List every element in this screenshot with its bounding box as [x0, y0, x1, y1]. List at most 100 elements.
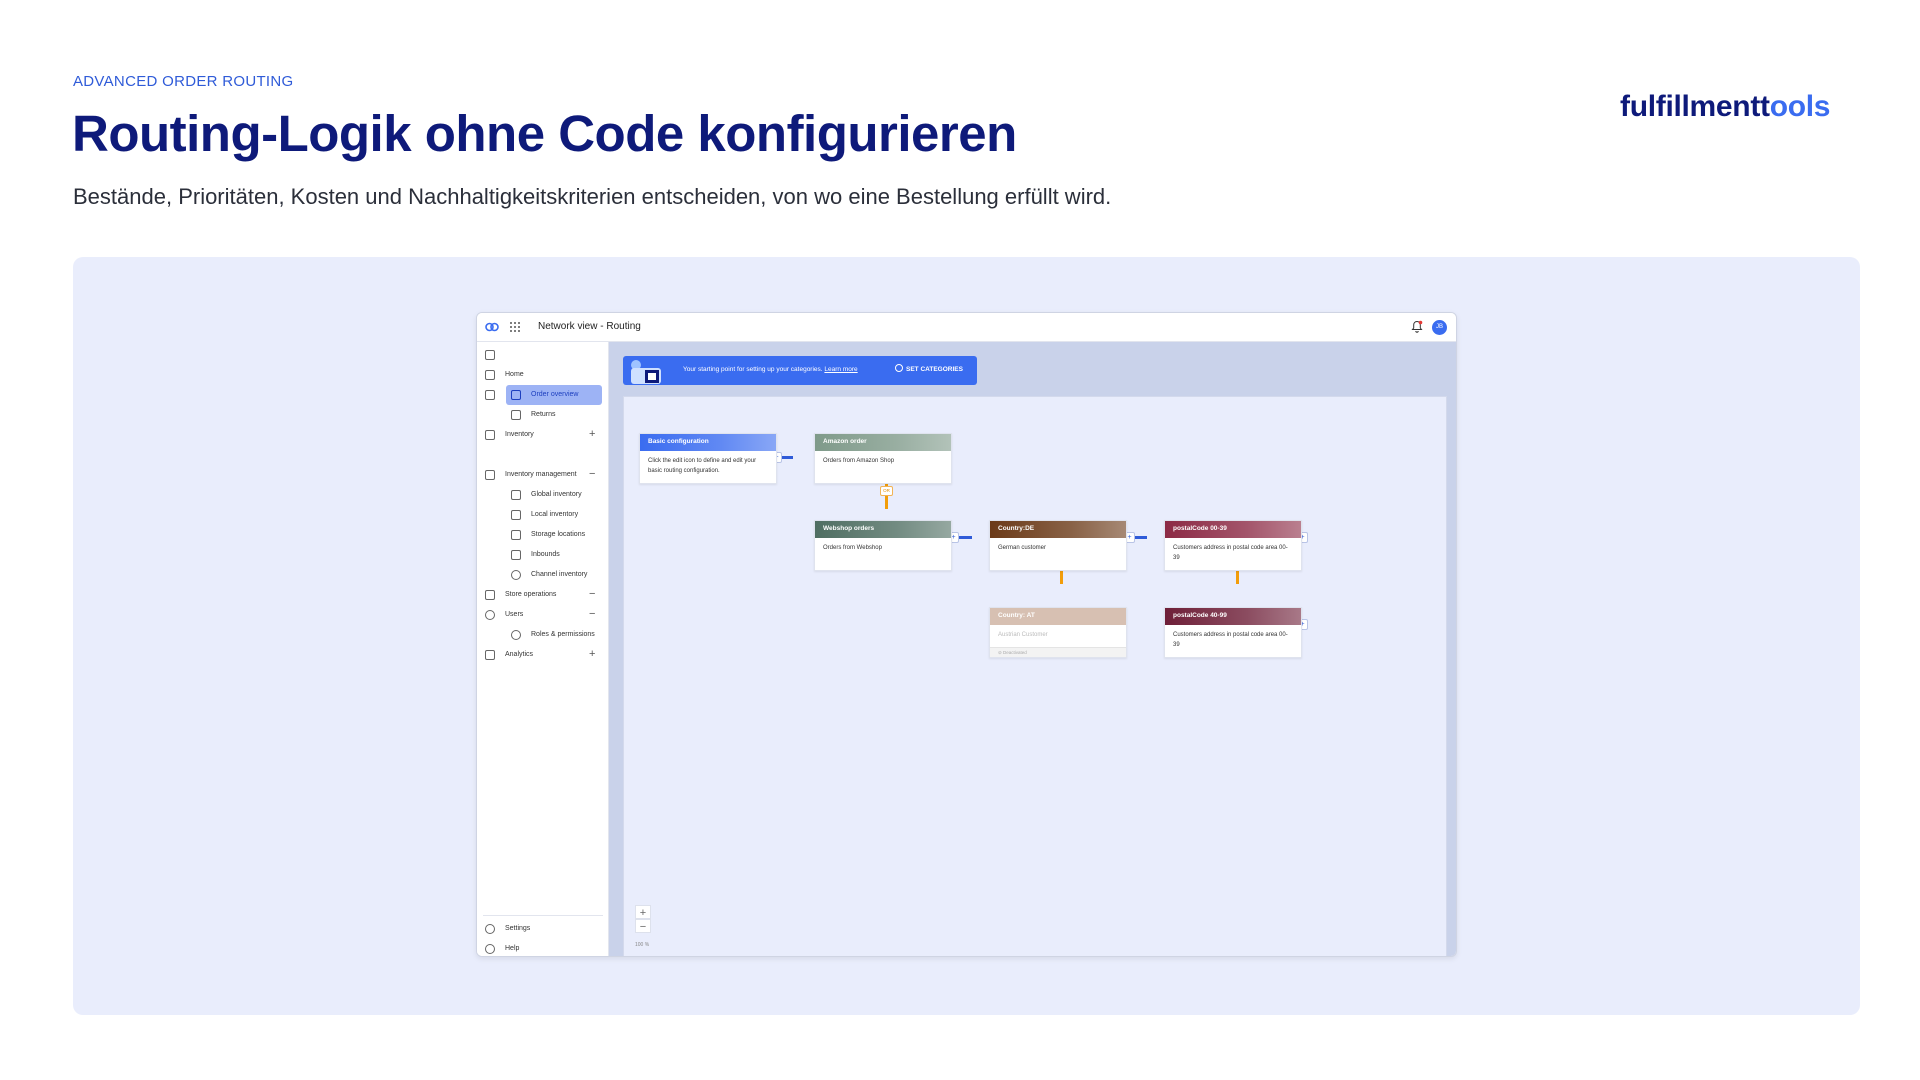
banner-illustration-icon — [631, 360, 661, 384]
sidebar-item-label: Order overview — [531, 391, 579, 398]
node-body: Austrian Customer — [998, 632, 1048, 638]
zoom-out-button[interactable]: − — [635, 919, 651, 933]
sidebar-item-settings[interactable]: Settings — [477, 919, 609, 939]
node-header: Country: AT — [990, 608, 1126, 625]
app-topbar: Network view - Routing JB — [477, 313, 1456, 342]
users-icon — [485, 610, 495, 620]
sidebar-item-label: Returns — [531, 411, 556, 418]
node-body: German customer — [998, 545, 1047, 551]
sidebar-item-label: Channel inventory — [531, 571, 588, 578]
node-postalcode-00-39[interactable]: postalCode 00-39 Customers address in po… — [1164, 520, 1302, 571]
sidebar-item-store-operations[interactable]: Store operations − — [477, 585, 609, 605]
sidebar-item-inventory-management[interactable]: Inventory management − — [477, 465, 609, 485]
banner-text: Your starting point for setting up your … — [683, 366, 858, 373]
sidebar-item-inventory[interactable]: Inventory + — [477, 425, 609, 445]
sidebar-item-global-inventory[interactable]: Global inventory — [477, 485, 609, 505]
routing-canvas-area: Your starting point for setting up your … — [609, 342, 1456, 956]
node-basic-configuration[interactable]: Basic configuration Click the edit icon … — [639, 433, 777, 484]
expand-plus-icon[interactable]: + — [589, 428, 595, 440]
collapse-minus-icon[interactable]: − — [589, 588, 595, 600]
app-logo-icon[interactable] — [485, 322, 499, 332]
sidebar-item-label: Global inventory — [531, 491, 582, 498]
node-body: Orders from Amazon Shop — [823, 458, 895, 464]
sidebar-item-order-overview[interactable]: Order overview — [477, 385, 609, 405]
node-webshop-orders[interactable]: Webshop orders Orders from Webshop — [814, 520, 952, 571]
node-body: Customers address in postal code area 00… — [1173, 545, 1288, 561]
node-deactivated-footer: ⊘ Deactivated — [990, 647, 1126, 657]
routing-board: + OR + OR + OR + OR OR + OR Basic config… — [623, 396, 1447, 956]
set-categories-button[interactable]: SET CATEGORIES — [895, 364, 963, 373]
gear-icon — [895, 364, 903, 372]
app-window: Network view - Routing JB Home Order ove… — [476, 312, 1457, 957]
sidebar-item-analytics[interactable]: Analytics + — [477, 645, 609, 665]
learn-more-link[interactable]: Learn more — [824, 366, 857, 373]
sidebar-item-returns[interactable]: Returns — [477, 405, 609, 425]
inbounds-icon — [511, 550, 521, 560]
sidebar-item-users[interactable]: Users − — [477, 605, 609, 625]
sidebar: Home Order overview Returns Inventory + I… — [477, 342, 609, 956]
sidebar-item-label: Storage locations — [531, 531, 586, 538]
node-header: Amazon order — [815, 434, 951, 451]
channel-inventory-icon — [511, 570, 521, 580]
node-title: Country: AT — [998, 612, 1035, 619]
node-country-at[interactable]: Country: AT Austrian Customer ⊘ Deactiva… — [989, 607, 1127, 658]
returns-icon — [511, 410, 521, 420]
collapse-minus-icon[interactable]: − — [589, 608, 595, 620]
node-header: Webshop orders — [815, 521, 951, 538]
local-inventory-icon — [511, 510, 521, 520]
node-title: Amazon order — [823, 438, 867, 445]
node-title: Basic configuration — [648, 438, 709, 445]
node-amazon-order[interactable]: Amazon order Orders from Amazon Shop — [814, 433, 952, 484]
page-title: Routing-Logik ohne Code konfigurieren — [72, 105, 1017, 162]
home-icon — [485, 370, 495, 380]
logo-text-main: fulfillmentt — [1620, 90, 1770, 123]
inventory-management-icon — [485, 470, 495, 480]
sidebar-item-home[interactable]: Home — [477, 365, 609, 385]
node-title: postalCode 00-39 — [1173, 525, 1227, 532]
sidebar-item-roles-permissions[interactable]: Roles & permissions — [477, 625, 609, 645]
node-title: postalCode 40-99 — [1173, 612, 1227, 619]
node-body: Customers address in postal code area 00… — [1173, 632, 1288, 648]
zoom-level: 100 % — [635, 942, 650, 948]
sidebar-item-label: Help — [505, 945, 520, 952]
node-postalcode-40-99[interactable]: postalCode 40-99 Customers address in po… — [1164, 607, 1302, 658]
user-avatar[interactable]: JB — [1432, 320, 1447, 335]
node-header: postalCode 40-99 — [1165, 608, 1301, 625]
zoom-controls: + − — [635, 905, 651, 939]
or-tag: OR — [880, 486, 893, 496]
sidebar-collapse-icon[interactable] — [485, 350, 495, 360]
app-title: Network view - Routing — [538, 321, 641, 332]
sidebar-item-inbounds[interactable]: Inbounds — [477, 545, 609, 565]
node-body: Orders from Webshop — [823, 545, 882, 551]
notification-bell-icon[interactable] — [1411, 320, 1423, 333]
zoom-in-button[interactable]: + — [635, 905, 651, 919]
categories-banner: Your starting point for setting up your … — [623, 356, 977, 385]
sidebar-item-label: Store operations — [505, 591, 557, 598]
sidebar-divider — [483, 915, 603, 916]
logo-text-accent: ools — [1769, 90, 1831, 123]
storage-locations-icon — [511, 530, 521, 540]
help-icon — [485, 944, 495, 954]
app-grid-icon[interactable] — [510, 322, 520, 332]
collapse-minus-icon[interactable]: − — [589, 468, 595, 480]
order-overview-icon — [511, 390, 521, 400]
page-subtitle: Bestände, Prioritäten, Kosten und Nachha… — [73, 184, 1112, 209]
expand-plus-icon[interactable]: + — [589, 648, 595, 660]
banner-message: Your starting point for setting up your … — [683, 366, 823, 373]
sidebar-item-local-inventory[interactable]: Local inventory — [477, 505, 609, 525]
sidebar-item-label: Inventory — [505, 431, 534, 438]
node-body: Click the edit icon to define and edit y… — [648, 458, 757, 474]
sidebar-item-label: Local inventory — [531, 511, 579, 518]
brand-logo: fulfillmenttools — [1620, 90, 1831, 124]
sidebar-collapse[interactable] — [477, 345, 609, 365]
sidebar-item-channel-inventory[interactable]: Channel inventory — [477, 565, 609, 585]
node-title: Webshop orders — [823, 525, 875, 532]
inventory-icon — [485, 430, 495, 440]
sidebar-item-help[interactable]: Help — [477, 939, 609, 956]
roles-permissions-icon — [511, 630, 521, 640]
sidebar-item-label: Inventory management — [505, 471, 577, 478]
sidebar-item-storage-locations[interactable]: Storage locations — [477, 525, 609, 545]
node-country-de[interactable]: Country:DE German customer — [989, 520, 1127, 571]
eyebrow-label: ADVANCED ORDER ROUTING — [73, 73, 294, 90]
sidebar-item-label: Users — [505, 611, 524, 618]
